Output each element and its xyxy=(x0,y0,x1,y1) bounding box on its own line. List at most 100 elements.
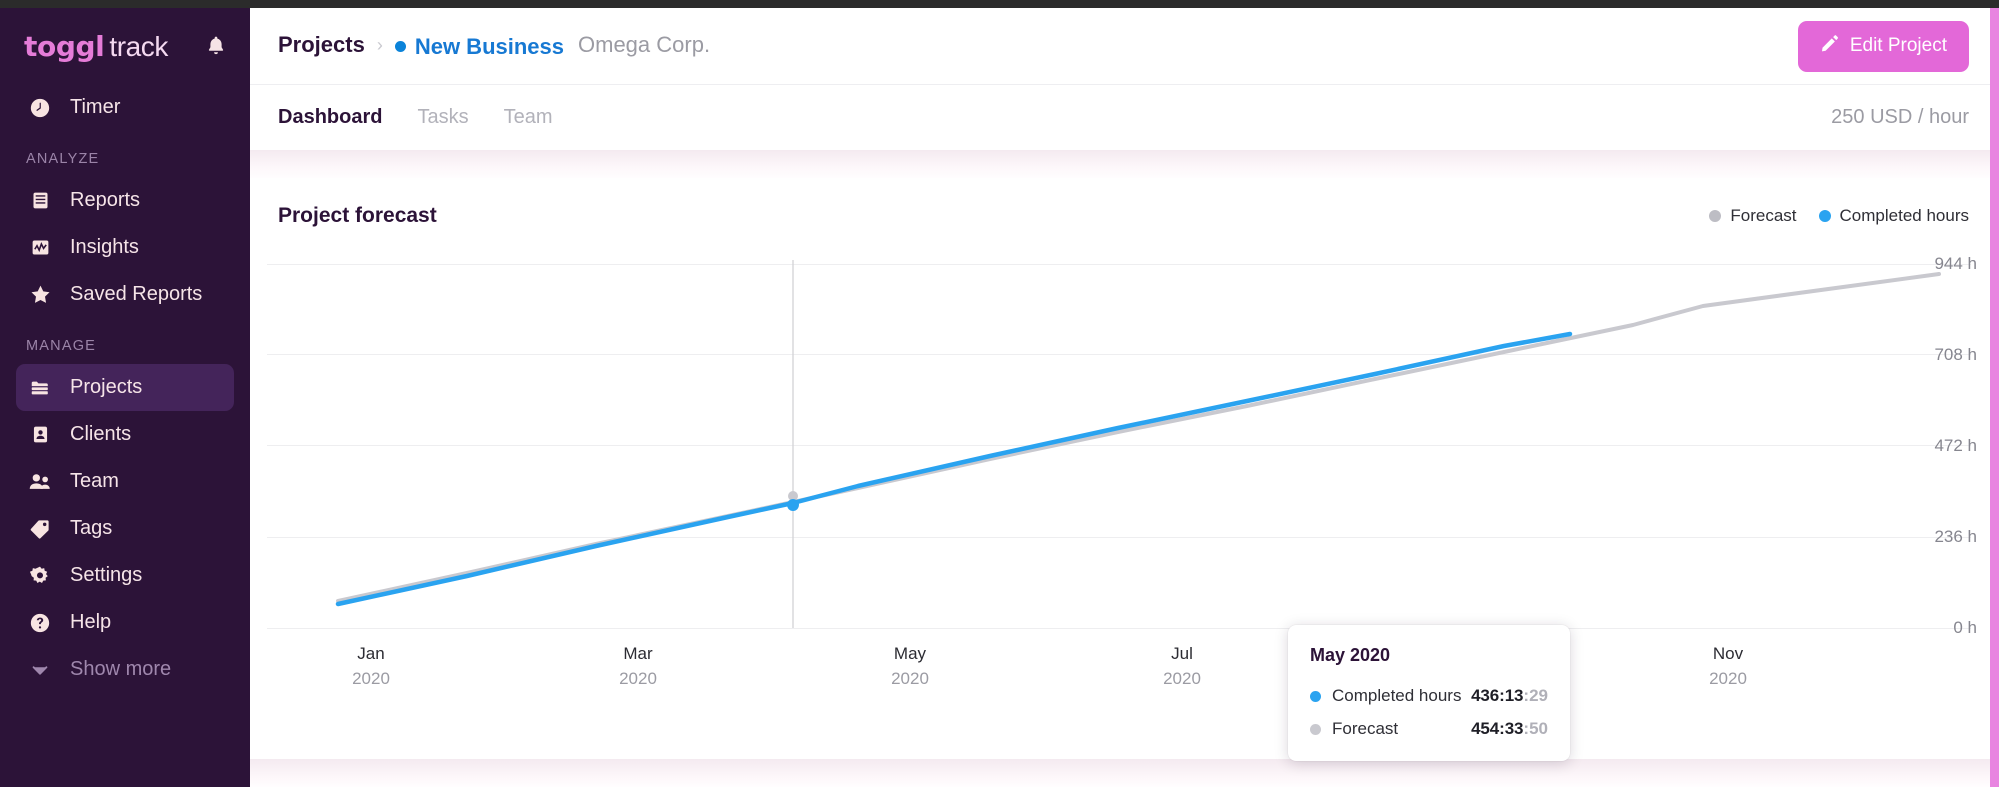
y-axis-tick-944: 944 h xyxy=(1934,254,1977,273)
x-tick-month: Jul xyxy=(1171,644,1193,663)
legend-item-forecast[interactable]: Forecast xyxy=(1709,206,1797,226)
legend-item-completed-hours[interactable]: Completed hours xyxy=(1818,206,1969,226)
question-circle-icon xyxy=(28,612,52,634)
project-rate-label: 250 USD / hour xyxy=(1831,106,1969,128)
breadcrumb: Projects › New Business Omega Corp. xyxy=(278,32,710,60)
page-scrollbar[interactable] xyxy=(1990,8,1999,787)
sidebar-item-label: Help xyxy=(70,611,112,633)
tabs-bar: Dashboard Tasks Team 250 USD / hour xyxy=(250,84,1999,150)
chart-header: Project forecast Forecast Completed hour… xyxy=(250,204,1999,228)
legend-dot-forecast-icon xyxy=(1709,210,1722,222)
tab-tasks[interactable]: Tasks xyxy=(417,106,468,129)
sidebar-item-label: Saved Reports xyxy=(70,283,203,305)
legend-label: Completed hours xyxy=(1839,206,1969,225)
chart-gridlines xyxy=(267,264,1971,629)
bell-icon[interactable] xyxy=(204,34,228,58)
tooltip-label: Forecast xyxy=(1332,719,1399,738)
breadcrumb-projects[interactable]: Projects xyxy=(278,32,365,58)
forecast-line-chart[interactable] xyxy=(250,246,1999,676)
sidebar-item-insights[interactable]: Insights xyxy=(16,224,234,271)
breadcrumb-client-name: Omega Corp. xyxy=(578,32,711,58)
page-header: Projects › New Business Omega Corp. Edit… xyxy=(250,8,1999,84)
x-axis-tick-jan: Jan 2020 xyxy=(352,642,390,691)
project-forecast-card: Project forecast Forecast Completed hour… xyxy=(250,178,1999,761)
app-root: toggl track Timer ANALYZE Reports Insigh… xyxy=(0,0,1999,787)
x-axis-tick-nov: Nov 2020 xyxy=(1709,642,1747,691)
chart-plot-area: 944 h 708 h 472 h 236 h 0 h Jan 2020 Mar… xyxy=(250,246,1999,688)
contact-card-icon xyxy=(28,424,52,445)
sidebar-section-manage: MANAGE xyxy=(26,338,97,354)
gear-icon xyxy=(28,565,52,587)
sidebar-nav: Timer ANALYZE Reports Insights Saved Rep… xyxy=(0,84,250,693)
sidebar-section-analyze: ANALYZE xyxy=(26,151,100,167)
pencil-icon xyxy=(1820,34,1839,59)
breadcrumb-project[interactable]: New Business xyxy=(394,33,564,60)
tooltip-seconds: :50 xyxy=(1523,719,1548,738)
sidebar-item-team[interactable]: Team xyxy=(16,458,234,505)
sidebar-item-label: Projects xyxy=(70,376,143,398)
y-axis-tick-708: 708 h xyxy=(1934,345,1977,364)
tooltip-seconds: :29 xyxy=(1523,686,1548,705)
tabs-list: Dashboard Tasks Team xyxy=(278,106,553,129)
window-top-strip xyxy=(0,0,1999,8)
sidebar-item-reports[interactable]: Reports xyxy=(16,177,234,224)
sidebar-item-label: Settings xyxy=(70,564,143,586)
tooltip-dot-forecast-icon xyxy=(1310,723,1321,735)
edit-project-button[interactable]: Edit Project xyxy=(1797,20,1969,72)
sidebar-item-show-more[interactable]: Show more xyxy=(16,646,234,693)
x-axis-tick-mar: Mar 2020 xyxy=(619,642,657,691)
sidebar-item-help[interactable]: Help xyxy=(16,599,234,646)
tooltip-row-completed-hours: Completed hours 436:13:29 xyxy=(1310,686,1548,706)
x-tick-month: Nov xyxy=(1712,644,1744,663)
sidebar-item-label: Clients xyxy=(70,423,132,445)
insights-icon xyxy=(28,237,52,258)
x-tick-month: Mar xyxy=(623,644,653,663)
tab-dashboard[interactable]: Dashboard xyxy=(278,106,382,129)
completed-hours-line xyxy=(335,331,1573,607)
tooltip-label: Completed hours xyxy=(1332,686,1462,705)
breadcrumb-separator-icon: › xyxy=(376,35,383,56)
chevron-down-icon xyxy=(28,659,52,681)
sidebar-item-label: Tags xyxy=(70,517,113,539)
sidebar-item-settings[interactable]: Settings xyxy=(16,552,234,599)
tooltip-value: 454:33 xyxy=(1471,719,1524,738)
sidebar: toggl track Timer ANALYZE Reports Insigh… xyxy=(0,0,250,787)
logo-track-text: track xyxy=(109,30,168,62)
x-tick-year: 2020 xyxy=(891,668,929,688)
sidebar-item-tags[interactable]: Tags xyxy=(16,505,234,552)
sidebar-item-label: Reports xyxy=(70,189,141,211)
sidebar-item-saved-reports[interactable]: Saved Reports xyxy=(16,271,234,318)
sidebar-item-label: Timer xyxy=(70,96,121,118)
tab-team[interactable]: Team xyxy=(504,106,553,129)
y-axis-tick-236: 236 h xyxy=(1934,527,1977,546)
breadcrumb-project-name: New Business xyxy=(414,33,564,59)
y-axis-tick-472: 472 h xyxy=(1934,436,1977,455)
chart-title: Project forecast xyxy=(278,204,437,227)
sidebar-item-timer[interactable]: Timer xyxy=(16,84,234,131)
tooltip-value: 436:13 xyxy=(1471,686,1524,705)
sidebar-item-clients[interactable]: Clients xyxy=(16,411,234,458)
sidebar-item-projects[interactable]: Projects xyxy=(16,364,234,411)
x-tick-year: 2020 xyxy=(352,668,390,688)
project-color-dot-icon xyxy=(394,41,406,53)
brand-header: toggl track xyxy=(0,8,250,84)
sidebar-item-label: Team xyxy=(70,470,119,492)
clock-icon xyxy=(28,97,52,119)
x-tick-year: 2020 xyxy=(1163,668,1201,688)
tag-icon xyxy=(28,518,52,540)
sidebar-item-label: Insights xyxy=(70,236,139,258)
star-icon xyxy=(28,283,52,306)
legend-label: Forecast xyxy=(1730,206,1797,225)
legend-dot-completed-icon xyxy=(1818,210,1831,222)
toggl-track-logo[interactable]: toggl track xyxy=(24,30,168,63)
tooltip-dot-completed-icon xyxy=(1310,690,1321,702)
report-icon xyxy=(28,190,52,211)
chart-legend: Forecast Completed hours xyxy=(1709,206,1969,226)
x-tick-year: 2020 xyxy=(1709,668,1747,688)
chart-tooltip: May 2020 Completed hours 436:13:29 Forec… xyxy=(1288,625,1570,761)
x-tick-month: May xyxy=(893,644,927,663)
sidebar-item-label: Show more xyxy=(70,658,172,680)
edit-project-label: Edit Project xyxy=(1849,35,1947,56)
logo-toggl-text: toggl xyxy=(24,29,105,63)
y-axis-tick-0: 0 h xyxy=(1953,618,1977,637)
